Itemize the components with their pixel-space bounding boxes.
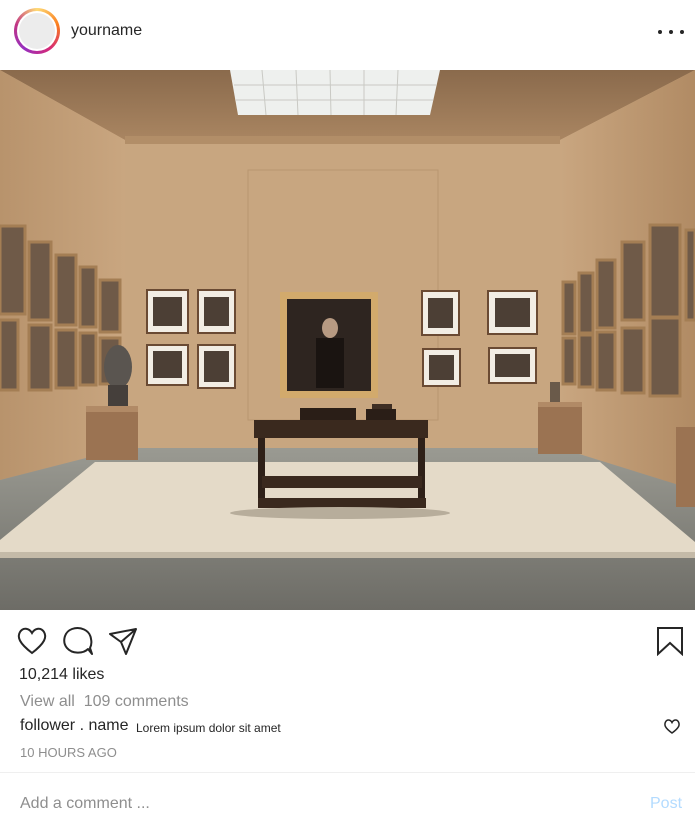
post-timestamp: 10 HOURS AGO [20,745,117,760]
comment-text: Lorem ipsum dolor sit amet [136,721,281,735]
post-header: yourname [0,0,695,66]
add-comment-input[interactable]: Add a comment ... [20,795,150,813]
like-count[interactable]: 10,214 likes [19,666,104,684]
send-icon[interactable] [108,626,138,656]
comment-bubble-icon[interactable] [62,626,94,656]
gallery-image [0,70,695,610]
divider [0,772,695,773]
post-actions [0,612,695,668]
post-photo[interactable] [0,70,695,610]
avatar[interactable] [14,8,60,54]
username[interactable]: yourname [71,22,142,40]
bookmark-icon[interactable] [656,626,684,656]
more-horizontal-icon[interactable] [658,22,684,42]
comment-row: follower . name Lorem ipsum dolor sit am… [20,717,690,739]
heart-icon[interactable] [17,627,47,655]
view-all-comments-link[interactable]: View all 109 comments [20,693,189,711]
post-button[interactable]: Post [650,795,682,813]
comment-like-icon[interactable] [664,719,680,734]
comment-username[interactable]: follower . name [20,717,129,735]
